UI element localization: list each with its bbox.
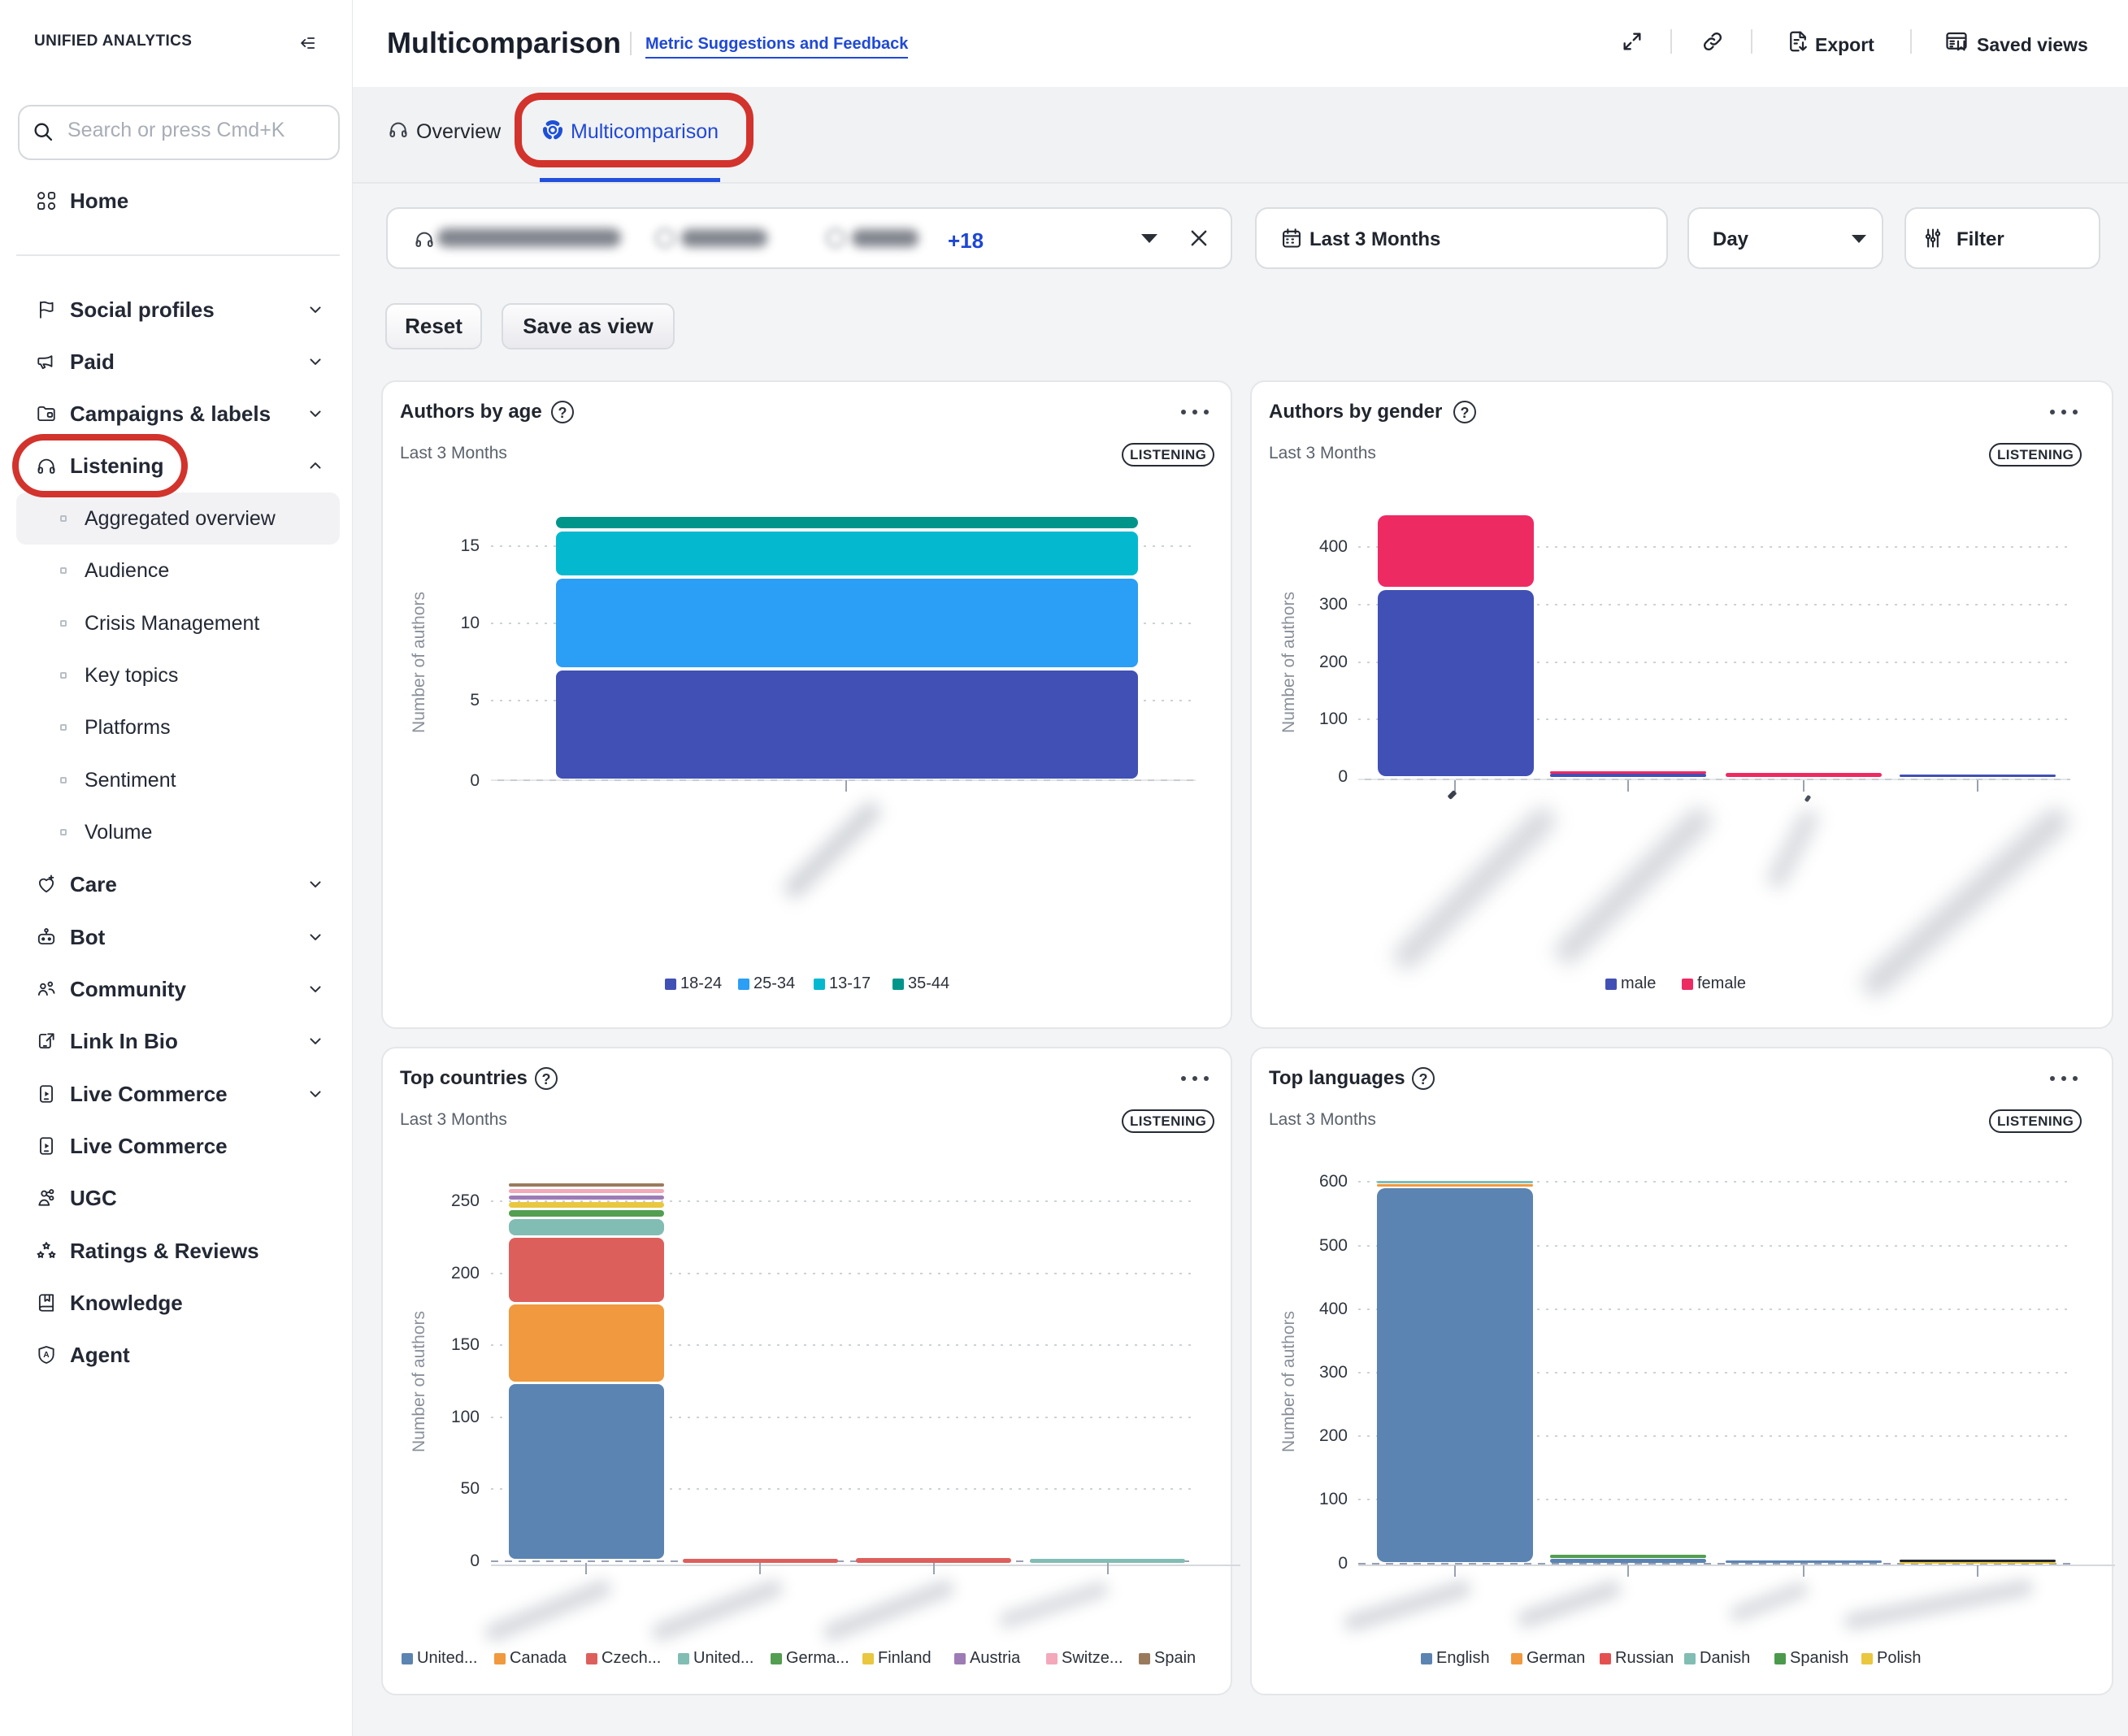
svg-text:A: A	[43, 1351, 50, 1360]
